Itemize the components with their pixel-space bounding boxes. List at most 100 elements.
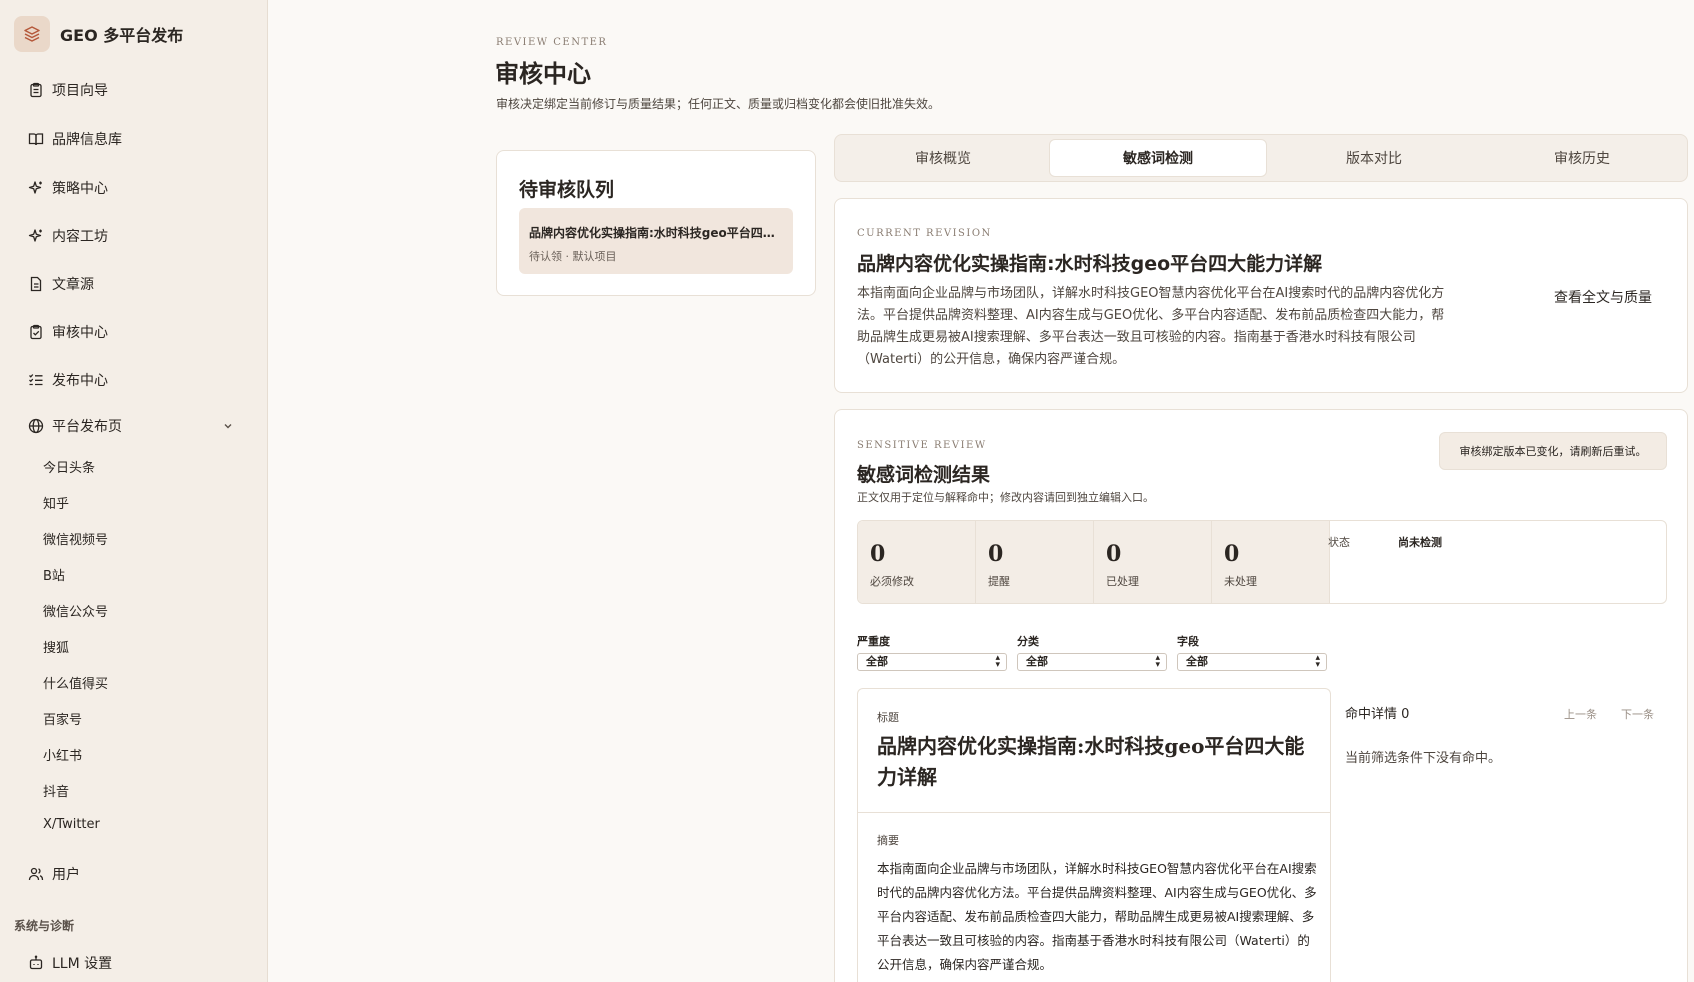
globe-icon bbox=[28, 418, 44, 434]
page-title: 审核中心 bbox=[495, 60, 591, 88]
platform-x-twitter[interactable]: X/Twitter bbox=[43, 817, 100, 832]
hit-details-title: 命中详情 0 bbox=[1345, 707, 1410, 722]
stats-panel: 0 必须修改 0 提醒 0 已处理 0 未处理 状态 尚未检测 bbox=[857, 520, 1667, 604]
page-eyebrow: REVIEW CENTER bbox=[496, 37, 608, 48]
stat-must-fix: 0 必须修改 bbox=[858, 521, 976, 603]
review-queue-panel: 待审核队列 品牌内容优化实操指南:水时科技geo平台四大能力详解 待认领 · 默… bbox=[496, 150, 816, 296]
sidebar-item-label: 审核中心 bbox=[52, 325, 108, 341]
sidebar-item-platform-pages[interactable]: 平台发布页 bbox=[28, 414, 122, 438]
queue-item[interactable]: 品牌内容优化实操指南:水时科技geo平台四大能力详解 待认领 · 默认项目 bbox=[519, 208, 793, 274]
section-system-diagnostics: 系统与诊断 bbox=[14, 919, 75, 933]
book-icon bbox=[28, 131, 44, 147]
sidebar-item-label: 平台发布页 bbox=[52, 419, 122, 435]
sidebar-item-project-wizard[interactable]: 项目向导 bbox=[28, 78, 108, 102]
platform-sohu[interactable]: 搜狐 bbox=[43, 637, 69, 656]
select-arrows-icon: ▴ ▾ bbox=[1315, 653, 1320, 670]
stat-label: 未处理 bbox=[1224, 575, 1257, 588]
sidebar-item-label: 发布中心 bbox=[52, 373, 108, 389]
preview-title-label: 标题 bbox=[877, 711, 899, 724]
sidebar-item-users[interactable]: 用户 bbox=[28, 862, 80, 886]
stat-handled: 0 已处理 bbox=[1094, 521, 1212, 603]
select-value: 全部 bbox=[1026, 655, 1048, 668]
current-revision-card: CURRENT REVISION 品牌内容优化实操指南:水时科技geo平台四大能… bbox=[834, 198, 1688, 393]
page-description: 审核决定绑定当前修订与质量结果；任何正文、质量或归档变化都会使旧批准失效。 bbox=[496, 97, 941, 111]
sidebar-item-llm-settings[interactable]: LLM 设置 bbox=[28, 951, 112, 975]
filter-category-label: 分类 bbox=[1017, 635, 1039, 648]
sidebar-item-label: 文章源 bbox=[52, 277, 94, 293]
sparkle-icon bbox=[28, 228, 44, 244]
queue-title: 待审核队列 bbox=[519, 179, 615, 201]
prev-hit-button[interactable]: 上一条 bbox=[1564, 706, 1597, 722]
tab-review-overview[interactable]: 审核概览 bbox=[839, 139, 1047, 177]
sidebar-item-label: 品牌信息库 bbox=[52, 132, 122, 148]
next-hit-button[interactable]: 下一条 bbox=[1621, 706, 1654, 722]
tab-sensitive-words[interactable]: 敏感词检测 bbox=[1049, 139, 1267, 177]
preview-summary: 本指南面向企业品牌与市场团队，详解水时科技GEO智慧内容优化平台在AI搜索时代的… bbox=[877, 861, 1317, 972]
revision-summary: 本指南面向企业品牌与市场团队，详解水时科技GEO智慧内容优化平台在AI搜索时代的… bbox=[857, 286, 1445, 367]
stat-value: 0 bbox=[988, 541, 1004, 567]
sidebar-item-strategy[interactable]: 策略中心 bbox=[28, 176, 108, 200]
stat-label: 已处理 bbox=[1106, 575, 1139, 588]
document-icon bbox=[28, 276, 44, 292]
tab-review-history[interactable]: 审核历史 bbox=[1481, 139, 1683, 177]
platform-zhihu[interactable]: 知乎 bbox=[43, 493, 69, 512]
sensitive-title: 敏感词检测结果 bbox=[857, 464, 991, 486]
platform-douyin[interactable]: 抖音 bbox=[43, 781, 69, 800]
sidebar-item-article-source[interactable]: 文章源 bbox=[28, 272, 94, 296]
platform-bilibili[interactable]: B站 bbox=[43, 565, 65, 584]
select-value: 全部 bbox=[1186, 655, 1208, 668]
sidebar-item-brand-library[interactable]: 品牌信息库 bbox=[28, 127, 122, 151]
stat-label: 必须修改 bbox=[870, 575, 914, 588]
robot-icon bbox=[28, 955, 44, 971]
view-full-text-link[interactable]: 查看全文与质量 bbox=[1554, 287, 1652, 307]
sidebar-item-label: 内容工坊 bbox=[52, 229, 108, 245]
version-changed-notice: 审核绑定版本已变化，请刷新后重试。 bbox=[1439, 432, 1667, 470]
platform-toutiao[interactable]: 今日头条 bbox=[43, 457, 95, 476]
platform-baijiahao[interactable]: 百家号 bbox=[43, 709, 82, 728]
preview-divider bbox=[858, 812, 1330, 813]
review-tabs: 审核概览 敏感词检测 版本对比 审核历史 bbox=[834, 134, 1688, 182]
sensitive-eyebrow: SENSITIVE REVIEW bbox=[857, 440, 987, 451]
chevron-down-icon[interactable] bbox=[222, 420, 234, 432]
sidebar-item-label: 项目向导 bbox=[52, 83, 108, 99]
brand[interactable]: GEO 多平台发布 bbox=[14, 16, 183, 52]
filter-severity-select[interactable]: 全部 ▴ ▾ bbox=[857, 653, 1007, 671]
stat-value: 0 bbox=[870, 541, 886, 567]
platform-wechat-channels[interactable]: 微信视频号 bbox=[43, 529, 108, 548]
platform-smzdm[interactable]: 什么值得买 bbox=[43, 673, 108, 692]
preview-title: 品牌内容优化实操指南:水时科技geo平台四大能力详解 bbox=[877, 734, 1305, 789]
sidebar: GEO 多平台发布 项目向导 品牌信息库 策略中心 内容工坊 文章源 审核中心 … bbox=[0, 0, 268, 982]
app-title: GEO 多平台发布 bbox=[60, 26, 184, 45]
sidebar-item-label: LLM 设置 bbox=[52, 956, 113, 972]
sidebar-item-label: 策略中心 bbox=[52, 181, 108, 197]
status-label: 状态 bbox=[1328, 536, 1350, 549]
sidebar-item-publish-center[interactable]: 发布中心 bbox=[28, 368, 108, 392]
revision-eyebrow: CURRENT REVISION bbox=[857, 228, 992, 239]
sparkle-icon bbox=[28, 180, 44, 196]
queue-item-meta: 待认领 · 默认项目 bbox=[529, 250, 617, 263]
revision-title: 品牌内容优化实操指南:水时科技geo平台四大能力详解 bbox=[857, 253, 1323, 275]
preview-summary-label: 摘要 bbox=[877, 834, 899, 847]
platform-wechat-official[interactable]: 微信公众号 bbox=[43, 601, 108, 620]
stat-label: 提醒 bbox=[988, 575, 1010, 588]
content-preview: 标题 品牌内容优化实操指南:水时科技geo平台四大能力详解 摘要 本指南面向企业… bbox=[857, 688, 1331, 982]
checklist-icon bbox=[28, 372, 44, 388]
platform-xiaohongshu[interactable]: 小红书 bbox=[43, 745, 82, 764]
select-arrows-icon: ▴ ▾ bbox=[995, 653, 1000, 670]
status-value: 尚未检测 bbox=[1398, 536, 1442, 549]
stat-unhandled: 0 未处理 bbox=[1212, 521, 1330, 603]
sensitive-description: 正文仅用于定位与解释命中；修改内容请回到独立编辑入口。 bbox=[857, 491, 1154, 504]
select-arrows-icon: ▴ ▾ bbox=[1155, 653, 1160, 670]
stat-value: 0 bbox=[1224, 541, 1240, 567]
sensitive-review-card: SENSITIVE REVIEW 敏感词检测结果 正文仅用于定位与解释命中；修改… bbox=[834, 409, 1688, 982]
select-value: 全部 bbox=[866, 655, 888, 668]
sidebar-item-content-studio[interactable]: 内容工坊 bbox=[28, 224, 108, 248]
layers-icon bbox=[14, 16, 50, 52]
tab-version-compare[interactable]: 版本对比 bbox=[1269, 139, 1479, 177]
queue-item-title: 品牌内容优化实操指南:水时科技geo平台四大能力详解 bbox=[529, 226, 785, 240]
sidebar-item-review-center[interactable]: 审核中心 bbox=[28, 320, 108, 344]
users-icon bbox=[28, 866, 44, 882]
no-hits-message: 当前筛选条件下没有命中。 bbox=[1345, 751, 1502, 766]
filter-category-select[interactable]: 全部 ▴ ▾ bbox=[1017, 653, 1167, 671]
filter-field-select[interactable]: 全部 ▴ ▾ bbox=[1177, 653, 1327, 671]
